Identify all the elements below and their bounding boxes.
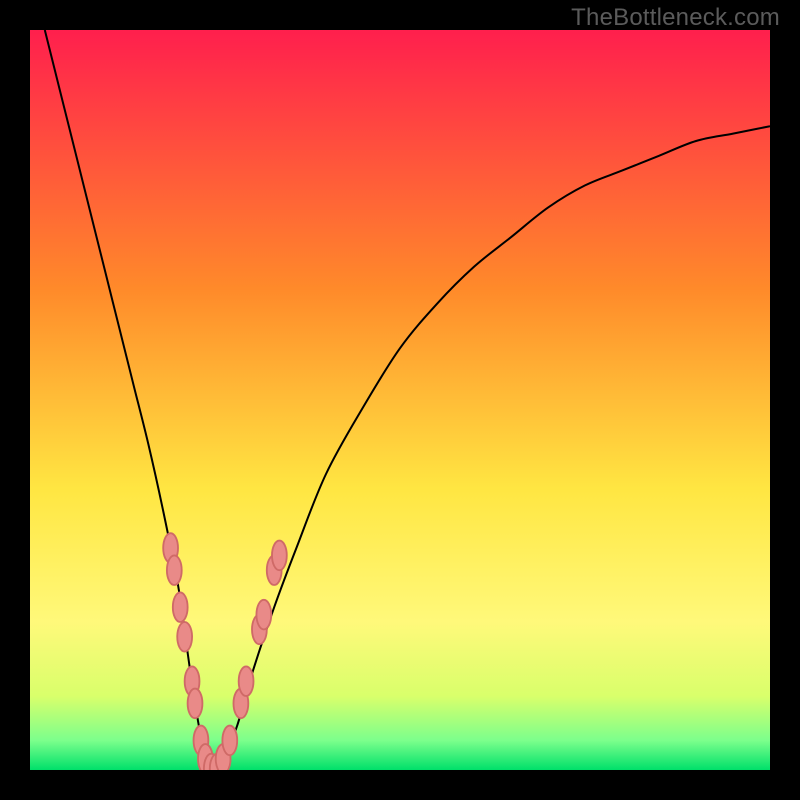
curve-marker bbox=[167, 555, 182, 585]
curve-marker bbox=[188, 689, 203, 719]
curve-marker bbox=[173, 592, 188, 622]
curve-marker bbox=[272, 541, 287, 571]
curve-marker bbox=[239, 666, 254, 696]
plot-area bbox=[30, 30, 770, 770]
curve-marker bbox=[177, 622, 192, 652]
watermark-text: TheBottleneck.com bbox=[571, 4, 780, 32]
curve-marker bbox=[222, 726, 237, 756]
curve-marker bbox=[256, 600, 271, 630]
outer-frame: TheBottleneck.com bbox=[0, 0, 800, 800]
bottleneck-curve bbox=[45, 30, 770, 770]
curve-markers bbox=[163, 533, 287, 770]
chart-svg bbox=[30, 30, 770, 770]
